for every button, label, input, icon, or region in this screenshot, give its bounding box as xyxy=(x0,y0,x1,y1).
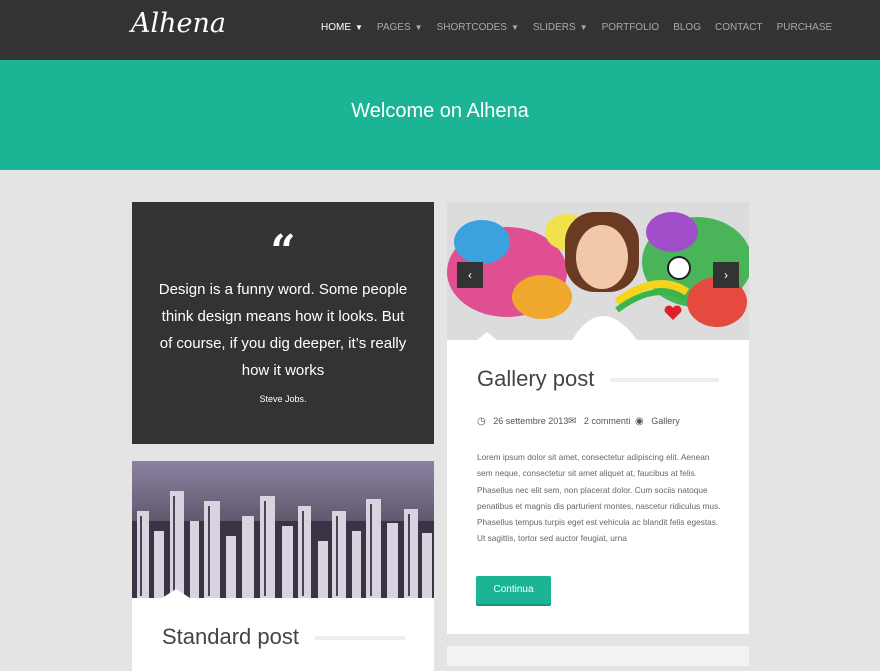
post-excerpt: Lorem ipsum dolor sit amet, consectetur … xyxy=(477,452,721,544)
camera-icon: ◉ xyxy=(635,416,644,427)
slider-next-button[interactable]: › xyxy=(713,262,739,288)
site-header: Alhena HOME ▼ PAGES ▼ SHORTCODES ▼ SLIDERS ▼… xyxy=(0,0,880,60)
main-nav: HOME ▼ PAGES ▼ SHORTCODES ▼ SLIDERS ▼ PORTFO… xyxy=(321,22,846,33)
chevron-down-icon: ▼ xyxy=(355,23,363,32)
comments-icon: ✉ xyxy=(568,416,577,427)
nav-item-home[interactable]: HOME ▼ xyxy=(321,22,363,33)
hero-banner: Welcome on Alhena xyxy=(0,60,880,170)
site-logo[interactable]: Alhena xyxy=(131,8,226,39)
post-category[interactable]: ◉ Gallery xyxy=(635,416,680,427)
chevron-down-icon: ▼ xyxy=(510,23,519,32)
title-divider xyxy=(610,378,719,382)
nav-item-pages[interactable]: PAGES ▼ xyxy=(377,22,423,33)
title-divider xyxy=(315,636,405,640)
quote-author: Steve Jobs. xyxy=(259,394,307,404)
continue-button[interactable]: Continua xyxy=(476,576,551,604)
nav-item-portfolio[interactable]: PORTFOLIO xyxy=(602,22,660,33)
chevron-left-icon: ‹ xyxy=(468,268,472,282)
nav-item-sliders[interactable]: SLIDERS ▼ xyxy=(533,22,588,33)
nav-item-blog[interactable]: BLOG xyxy=(673,22,701,33)
next-post-card xyxy=(447,646,749,666)
quote-card: “ Design is a funny word. Some people th… xyxy=(132,202,434,444)
quote-icon: “ xyxy=(270,226,296,277)
post-comments[interactable]: ✉ 2 commenti xyxy=(568,416,630,427)
chevron-down-icon: ▼ xyxy=(414,23,423,32)
nav-item-contact[interactable]: CONTACT xyxy=(715,22,763,33)
chevron-right-icon: › xyxy=(724,268,728,282)
hero-title: Welcome on Alhena xyxy=(351,100,529,122)
nav-item-purchase[interactable]: PURCHASE xyxy=(777,22,833,33)
standard-post-title[interactable]: Standard post xyxy=(162,624,299,650)
post-date: ◷ 26 settembre 2013 xyxy=(477,416,569,427)
nav-item-shortcodes[interactable]: SHORTCODES ▼ xyxy=(437,22,519,33)
gallery-post-card: ‹ › Gallery post ◷ 26 settembre 2013 ✉ 2… xyxy=(447,202,749,634)
gallery-post-title[interactable]: Gallery post xyxy=(477,366,594,392)
quote-text: Design is a funny word. Some people thin… xyxy=(158,281,408,379)
clock-icon: ◷ xyxy=(477,416,486,427)
city-skyline-image[interactable] xyxy=(132,461,434,598)
gallery-slide-image[interactable] xyxy=(447,202,749,340)
chevron-down-icon: ▼ xyxy=(579,23,588,32)
slider-prev-button[interactable]: ‹ xyxy=(457,262,483,288)
standard-post-card: Standard post xyxy=(132,461,434,671)
